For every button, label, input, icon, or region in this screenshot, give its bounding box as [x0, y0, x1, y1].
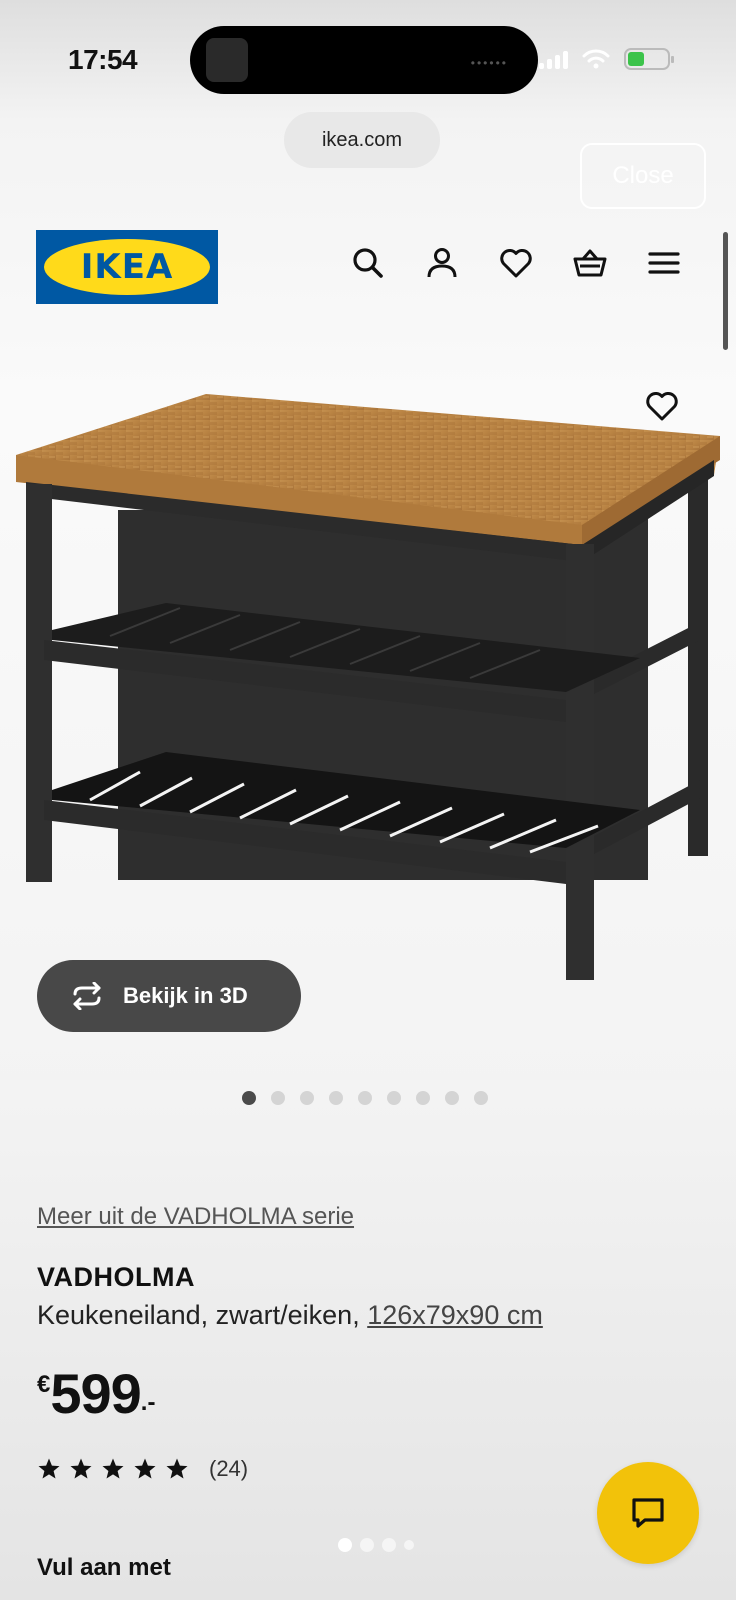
ikea-logo-oval: IKEA [44, 239, 210, 295]
star-icon [134, 1458, 156, 1479]
dimensions-link[interactable]: 126x79x90 cm [367, 1300, 543, 1330]
complementary-section-title: Vul aan met [37, 1554, 171, 1581]
star-icon [70, 1458, 92, 1479]
search-icon[interactable] [350, 245, 386, 281]
chat-icon [632, 1498, 664, 1528]
carousel-dot[interactable] [300, 1091, 314, 1105]
product-description: Keukeneiland, zwart/eiken, 126x79x90 cm [37, 1300, 543, 1331]
carousel-dot[interactable] [329, 1091, 343, 1105]
island-indicator: •••••• [470, 56, 508, 70]
signal-icon [539, 49, 568, 69]
product-description-text: Keukeneiland, zwart/eiken, [37, 1300, 360, 1330]
account-icon[interactable] [424, 245, 460, 281]
price-currency: € [37, 1371, 51, 1398]
basket-icon[interactable] [572, 245, 608, 281]
carousel-dot[interactable] [445, 1091, 459, 1105]
carousel-dot[interactable] [242, 1091, 256, 1105]
ikea-logo[interactable]: IKEA [36, 230, 218, 304]
product-name: VADHOLMA [37, 1262, 195, 1292]
status-time: 17:54 [68, 44, 138, 75]
review-count: (24) [209, 1456, 249, 1481]
battery-level-fill [628, 52, 644, 66]
price-suffix: .- [140, 1389, 156, 1416]
page-dot [404, 1540, 414, 1550]
view-in-3d-button[interactable]: Bekijk in 3D [37, 960, 301, 1032]
carousel-dot[interactable] [416, 1091, 430, 1105]
url-bar[interactable]: ikea.com [284, 112, 440, 168]
price-value: 599 [50, 1362, 141, 1425]
ikea-logo-text: IKEA [80, 247, 174, 287]
star-icon [166, 1458, 188, 1479]
star-icon [38, 1458, 60, 1479]
page-dot [382, 1538, 396, 1552]
page-dot [360, 1538, 374, 1552]
dynamic-island: •••••• [190, 26, 538, 94]
product-rating[interactable]: (24) [37, 1456, 248, 1482]
rotate-3d-icon [73, 982, 101, 1010]
carousel-dot[interactable] [474, 1091, 488, 1105]
page-indicator-dots [338, 1538, 414, 1552]
now-playing-thumbnail [206, 38, 248, 82]
series-link[interactable]: Meer uit de VADHOLMA serie [37, 1203, 354, 1231]
star-icon [102, 1458, 124, 1479]
menu-icon[interactable] [646, 245, 682, 281]
product-price: € 599 .- [37, 1365, 155, 1423]
carousel-dot[interactable] [387, 1091, 401, 1105]
view-in-3d-label: Bekijk in 3D [123, 983, 248, 1008]
chat-button[interactable] [597, 1462, 699, 1564]
image-carousel-dots [242, 1091, 488, 1105]
status-icons [539, 48, 674, 70]
heart-icon[interactable] [498, 245, 534, 281]
wifi-icon [582, 49, 610, 69]
carousel-dot[interactable] [271, 1091, 285, 1105]
scrollbar[interactable] [723, 232, 728, 350]
page-dot [338, 1538, 352, 1552]
product-image[interactable] [0, 360, 736, 1020]
header-actions [350, 245, 682, 281]
add-to-favourites-icon[interactable] [644, 388, 680, 424]
close-button[interactable]: Close [580, 143, 706, 209]
battery-icon [624, 48, 674, 70]
carousel-dot[interactable] [358, 1091, 372, 1105]
status-bar: 17:54 •••••• [0, 0, 736, 110]
